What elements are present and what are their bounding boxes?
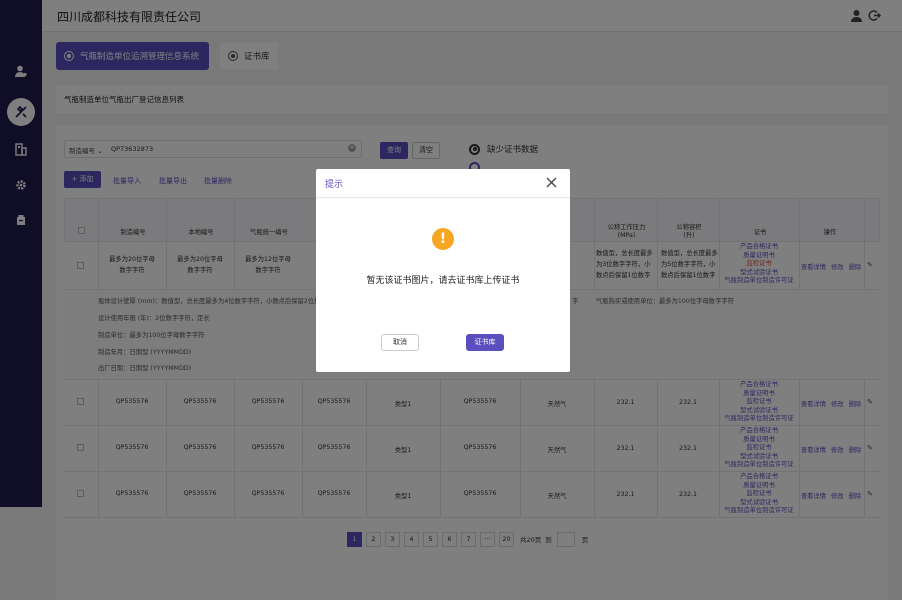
cert-library-button[interactable]: 证书库 xyxy=(466,334,504,351)
dialog-title: 提示 xyxy=(325,180,344,190)
warning-icon: ! xyxy=(432,228,454,250)
alert-dialog: 提示 ! 暂无该证书图片，请去证书库上传证书 取消 证书库 xyxy=(316,169,570,372)
cancel-button[interactable]: 取消 xyxy=(381,334,419,351)
dialog-message: 暂无该证书图片，请去证书库上传证书 xyxy=(366,276,520,286)
dialog-header: 提示 xyxy=(316,169,570,198)
close-icon[interactable] xyxy=(545,176,558,189)
